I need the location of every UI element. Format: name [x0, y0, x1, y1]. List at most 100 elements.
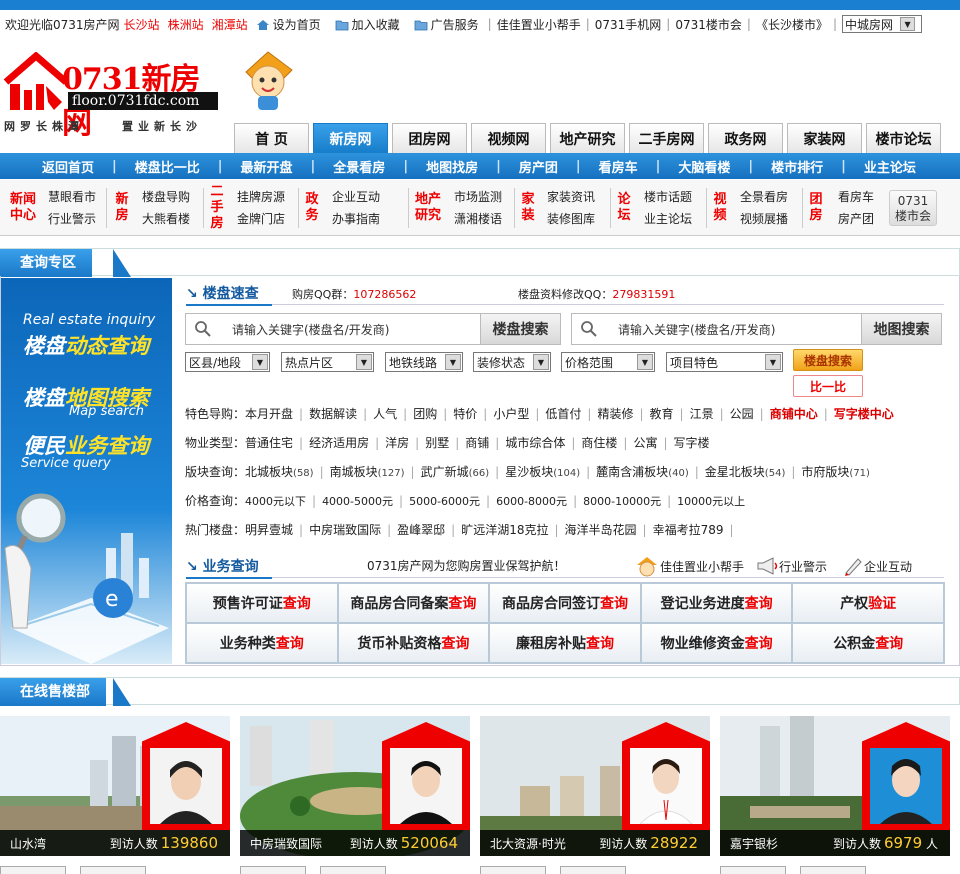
subnav-link[interactable]: 看房车 [838, 188, 874, 206]
type-link[interactable]: 写字楼 [674, 436, 710, 450]
feature-link[interactable]: 精装修 [597, 407, 633, 421]
feature-link[interactable]: 小户型 [493, 407, 529, 421]
filter-search-button[interactable]: 楼盘搜索 [793, 349, 863, 371]
office-center-link[interactable]: 写字楼中心 [834, 407, 894, 421]
query-contract-signing[interactable]: 商品房合同签订 查询 [489, 583, 641, 623]
mobile-link[interactable]: 0731手机网 [595, 16, 662, 33]
subnav-link[interactable]: 金牌门店 [237, 210, 285, 228]
query-rent-subsidy[interactable]: 廉租房补贴 查询 [489, 623, 641, 663]
tab-research[interactable]: 地产研究 [550, 123, 625, 153]
nav-compare[interactable]: 楼盘比一比 [117, 157, 218, 176]
subnav-link[interactable]: 楼市话题 [644, 188, 692, 206]
subnav-link[interactable]: 业主论坛 [644, 210, 692, 228]
tab-decoration[interactable]: 家装网 [787, 123, 862, 153]
block-link[interactable]: 武广新城(66) [421, 465, 490, 479]
type-link[interactable]: 城市综合体 [505, 436, 565, 450]
nav-panorama[interactable]: 全景看房 [315, 157, 403, 176]
map-search-input[interactable]: 请输入关键字(楼盘名/开发商) [612, 321, 861, 338]
tab-new-house[interactable]: 新房网 [313, 123, 388, 154]
add-favorite-link[interactable]: 加入收藏 [335, 16, 404, 33]
subnav-link[interactable]: 装修图库 [547, 210, 595, 228]
subnav-link[interactable]: 视频展播 [740, 210, 788, 228]
tab-video[interactable]: 视频网 [471, 123, 546, 153]
query-maintenance-fund[interactable]: 物业维修资金 查询 [640, 623, 793, 663]
listing-card[interactable]: 中房瑞致国际 到访人数 520064 [240, 716, 470, 856]
price-link[interactable]: 4000元以下 [245, 495, 306, 508]
decoration-select[interactable]: 装修状态 ▼ [473, 352, 551, 372]
subnav-link[interactable]: 全景看房 [740, 188, 788, 206]
club-button[interactable]: 0731 楼市会 [889, 190, 937, 226]
site-link-changsha[interactable]: 长沙站 [124, 16, 160, 33]
map-search-button[interactable]: 地图搜索 [861, 314, 941, 344]
block-link[interactable]: 金星北板块(54) [705, 465, 786, 479]
query-banner[interactable]: Real estate inquiry 楼盘动态查询 楼盘地图搜索 Map se… [1, 278, 172, 664]
nav-map[interactable]: 地图找房 [408, 157, 496, 176]
helper-shortcut[interactable]: 佳佳置业小帮手 [634, 555, 744, 577]
tab-home[interactable]: 首 页 [234, 123, 309, 153]
shop-center-link[interactable]: 商铺中心 [770, 407, 818, 421]
nav-bus[interactable]: 看房车 [581, 157, 656, 176]
tab-forum[interactable]: 楼市论坛 [866, 123, 941, 153]
feature-link[interactable]: 数据解读 [309, 407, 357, 421]
query-registration-progress[interactable]: 登记业务进度 查询 [640, 583, 793, 623]
nav-new-open[interactable]: 最新开盘 [223, 157, 311, 176]
tab-group-house[interactable]: 团房网 [392, 123, 467, 153]
subnav-link[interactable]: 大熊看楼 [142, 210, 190, 228]
property-search-button[interactable]: 楼盘搜索 [480, 314, 560, 344]
hot-link[interactable]: 中房瑞致国际 [309, 523, 381, 537]
price-select[interactable]: 价格范围 ▼ [561, 352, 655, 372]
feature-link[interactable]: 公园 [730, 407, 754, 421]
block-link[interactable]: 北城板块(58) [245, 465, 314, 479]
subnav-link[interactable]: 市场监测 [454, 188, 502, 206]
query-contract-filing[interactable]: 商品房合同备案 查询 [337, 583, 490, 623]
hot-link[interactable]: 旷远洋湖18克拉 [461, 523, 548, 537]
ad-service-link[interactable]: 广告服务 [414, 16, 483, 33]
site-link-zhuzhou[interactable]: 株洲站 [168, 16, 204, 33]
feature-link[interactable]: 团购 [413, 407, 437, 421]
subnav-link[interactable]: 挂牌房源 [237, 188, 285, 206]
hot-link[interactable]: 盈峰翠邸 [397, 523, 445, 537]
type-link[interactable]: 商铺 [465, 436, 489, 450]
feature-link[interactable]: 特价 [453, 407, 477, 421]
block-link[interactable]: 麓南含浦板块(40) [596, 465, 689, 479]
metro-select[interactable]: 地铁线路 ▼ [385, 352, 463, 372]
feature-select[interactable]: 项目特色 ▼ [666, 352, 783, 372]
feature-link[interactable]: 人气 [373, 407, 397, 421]
query-property-verify[interactable]: 产权 验证 [792, 583, 944, 623]
listing-card[interactable]: 山水湾 到访人数 139860 [0, 716, 230, 856]
type-link[interactable]: 公寓 [633, 436, 657, 450]
type-link[interactable]: 经济适用房 [309, 436, 369, 450]
tab-government[interactable]: 政务网 [708, 123, 783, 153]
price-link[interactable]: 6000-8000元 [496, 495, 567, 508]
subnav-link[interactable]: 企业互动 [332, 188, 380, 206]
price-link[interactable]: 8000-10000元 [583, 495, 661, 508]
price-link[interactable]: 4000-5000元 [322, 495, 393, 508]
warning-shortcut[interactable]: 行业警示 [755, 555, 827, 577]
subnav-link[interactable]: 家装资讯 [547, 188, 595, 206]
feature-link[interactable]: 低首付 [545, 407, 581, 421]
hot-link[interactable]: 明昇壹城 [245, 523, 293, 537]
subnav-link[interactable]: 楼盘导购 [142, 188, 190, 206]
subnav-link[interactable]: 慧眼看市 [48, 188, 96, 206]
club-link[interactable]: 0731楼市会 [675, 16, 742, 33]
block-link[interactable]: 南城板块(127) [330, 465, 405, 479]
subnav-link[interactable]: 行业警示 [48, 210, 96, 228]
query-subsidy-eligibility[interactable]: 货币补贴资格 查询 [337, 623, 490, 663]
type-link[interactable]: 商住楼 [581, 436, 617, 450]
nav-group[interactable]: 房产团 [501, 157, 576, 176]
hot-area-select[interactable]: 热点片区 ▼ [281, 352, 374, 372]
property-search-input[interactable]: 请输入关键字(楼盘名/开发商) [226, 321, 480, 338]
type-link[interactable]: 普通住宅 [245, 436, 293, 450]
site-logo[interactable]: 0731新房网 floor.0731fdc.com 网罗长株潭 置业新长沙 [2, 48, 227, 141]
district-select[interactable]: 区县/地段 ▼ [185, 352, 270, 372]
subnav-link[interactable]: 潇湘楼语 [454, 210, 502, 228]
subnav-link[interactable]: 房产团 [838, 210, 874, 228]
price-link[interactable]: 10000元以上 [677, 495, 745, 508]
magazine-link[interactable]: 《长沙楼市》 [756, 16, 828, 33]
query-housing-fund[interactable]: 公积金 查询 [792, 623, 944, 663]
feature-link[interactable]: 本月开盘 [245, 407, 293, 421]
hot-link[interactable]: 幸福考拉789 [653, 523, 724, 537]
feature-link[interactable]: 教育 [650, 407, 674, 421]
subnav-link[interactable]: 办事指南 [332, 210, 380, 228]
tab-second-hand[interactable]: 二手房网 [629, 123, 704, 153]
